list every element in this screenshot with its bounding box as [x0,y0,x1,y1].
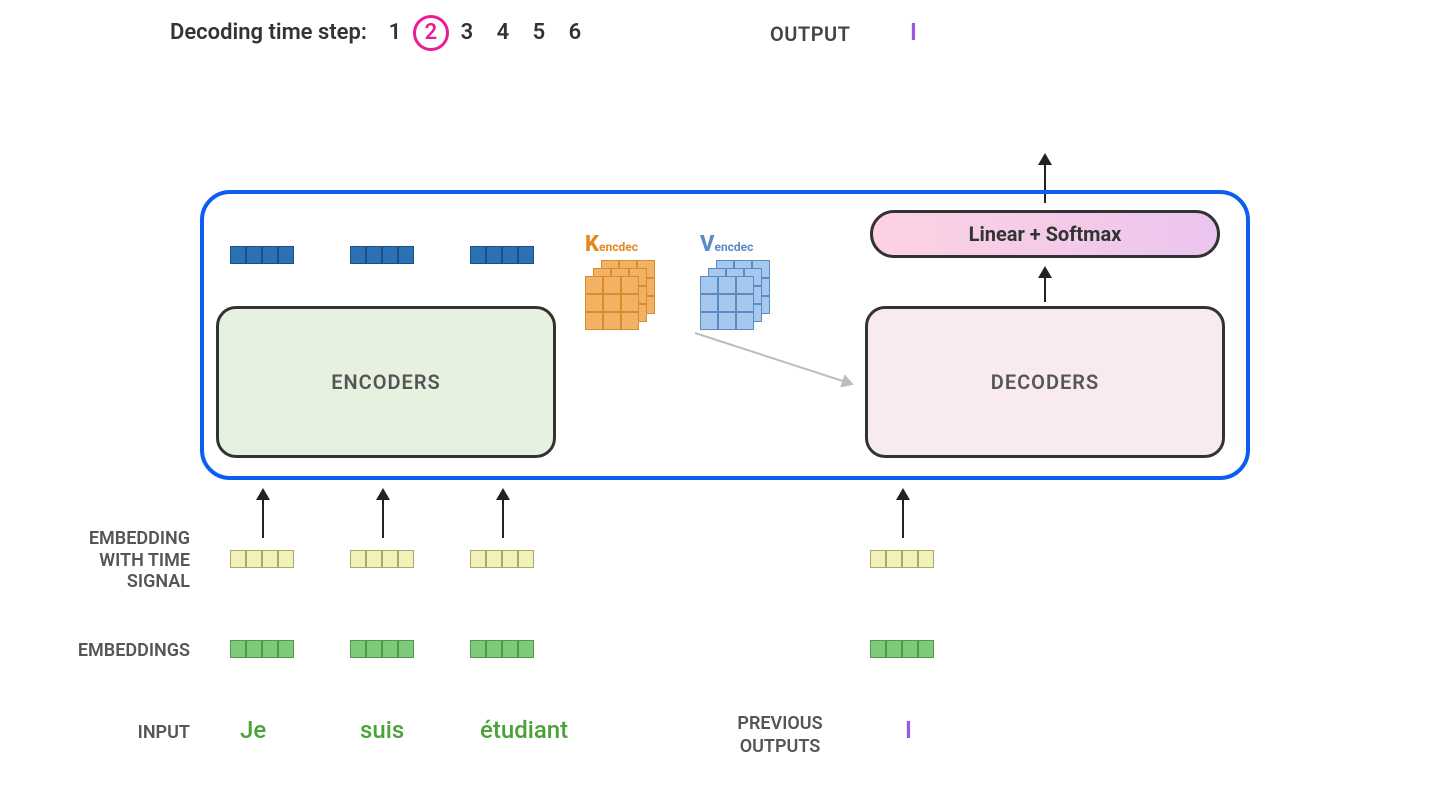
embedding-time-vector [470,550,534,568]
decoding-step-row: Decoding time step: 123456 [170,20,585,45]
diagram-canvas: Decoding time step: 123456 OUTPUT I Line… [0,0,1438,790]
decoding-step-2: 2 [421,20,441,45]
embedding-time-vector [350,550,414,568]
k-encdec-label: Kencdec [585,232,638,257]
arrow-embedding-to-decoder [902,490,904,538]
previous-outputs-label: PREVIOUSOUTPUTS [720,712,840,759]
arrow-embedding-to-encoder [262,490,264,538]
decoding-step-3: 3 [457,20,477,45]
decoders-label: DECODERS [991,370,1099,394]
encoder-output-vector [230,246,294,264]
decoding-steps: 123456 [385,20,585,45]
decoding-step-label: Decoding time step: [170,20,367,45]
encoders-label: ENCODERS [331,370,441,394]
arrow-decoder-to-linear [1044,268,1046,302]
linear-softmax-block: Linear + Softmax [870,210,1220,258]
decoder-embedding-vector [870,640,934,658]
decoders-block: DECODERS [865,306,1225,458]
embeddings-label: EMBEDDINGS [20,640,190,662]
k-encdec-stack: Kencdec [585,260,665,340]
input-word: étudiant [480,716,568,744]
v-encdec-stack: Vencdec [700,260,780,340]
linear-softmax-label: Linear + Softmax [969,222,1122,246]
output-token: I [910,18,917,46]
embedding-vector [470,640,534,658]
input-label: INPUT [20,722,190,744]
embedding-vector [350,640,414,658]
encoder-output-vector [350,246,414,264]
v-encdec-label: Vencdec [700,232,753,257]
arrow-embedding-to-encoder [382,490,384,538]
input-word: suis [360,716,404,744]
encoders-block: ENCODERS [216,306,556,458]
decoding-step-5: 5 [529,20,549,45]
encoder-output-vector [470,246,534,264]
embedding-vector [230,640,294,658]
decoder-embedding-time-vector [870,550,934,568]
previous-outputs-token: I [905,716,912,744]
decoding-step-6: 6 [565,20,585,45]
decoding-step-4: 4 [493,20,513,45]
arrow-embedding-to-encoder [502,490,504,538]
output-label: OUTPUT [770,22,850,46]
input-word: Je [240,716,266,744]
embedding-time-vector [230,550,294,568]
decoding-step-1: 1 [385,20,405,45]
embedding-time-signal-label: EMBEDDINGWITH TIMESIGNAL [20,528,190,593]
